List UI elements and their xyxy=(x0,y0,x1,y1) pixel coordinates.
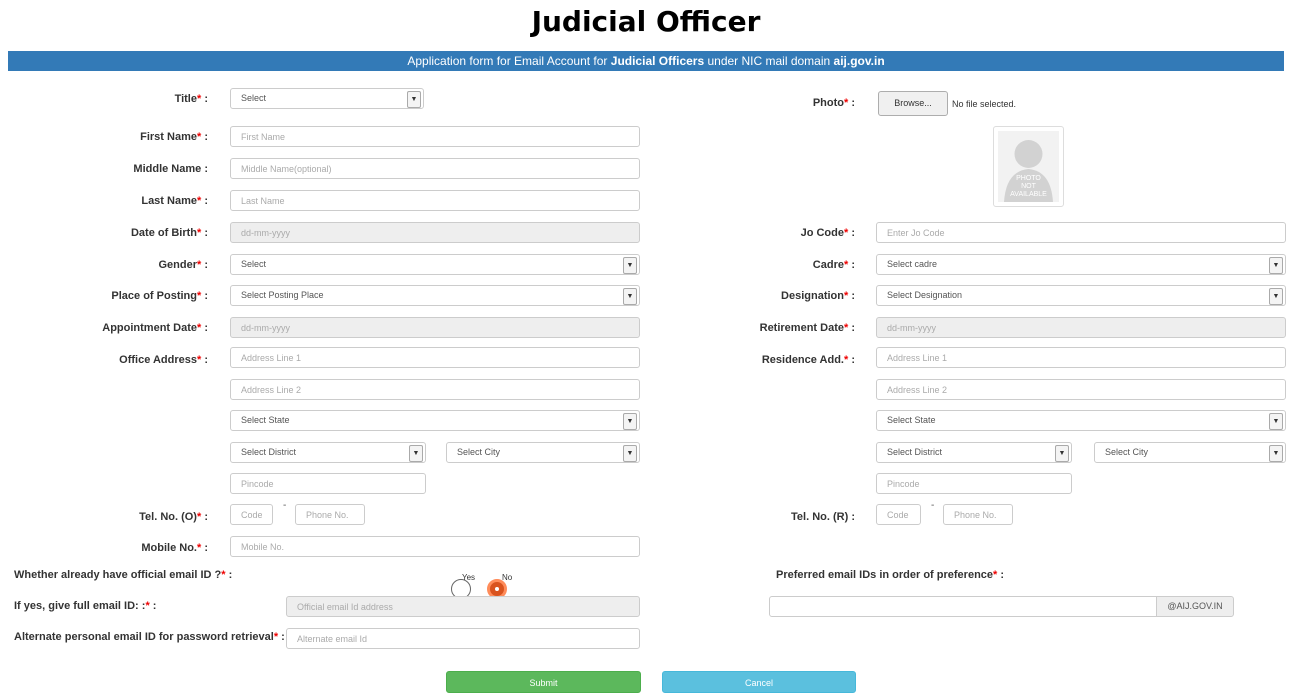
mobile-label: Mobile No.* : xyxy=(141,542,208,554)
first-name-input[interactable] xyxy=(230,126,640,147)
tel-office-dash: - xyxy=(283,500,287,511)
preferred-email-input[interactable] xyxy=(769,596,1157,617)
residence-address-line2-input[interactable] xyxy=(876,379,1286,400)
domain-suffix-addon: @AIJ.GOV.IN xyxy=(1156,596,1234,617)
chevron-down-icon: ▼ xyxy=(1055,445,1069,462)
jo-code-input[interactable] xyxy=(876,222,1286,243)
photo-text-line3: AVAILABLE xyxy=(1010,191,1047,198)
chevron-down-icon: ▼ xyxy=(1269,413,1283,430)
photo-placeholder: PHOTO NOT AVAILABLE xyxy=(993,126,1064,207)
posting-select[interactable]: Select Posting Place ▼ xyxy=(230,285,640,306)
submit-button[interactable]: Submit xyxy=(446,671,641,693)
chevron-down-icon: ▼ xyxy=(407,91,421,108)
middle-name-label: Middle Name : xyxy=(133,163,208,175)
chevron-down-icon: ▼ xyxy=(623,413,637,430)
tel-residence-code-input[interactable] xyxy=(876,504,921,525)
tel-residence-label: Tel. No. (R) : xyxy=(791,511,855,523)
dob-label: Date of Birth* : xyxy=(130,227,208,239)
gender-label: Gender* : xyxy=(158,259,208,271)
last-name-label: Last Name* : xyxy=(141,195,208,207)
office-address-line2-input[interactable] xyxy=(230,379,640,400)
designation-select[interactable]: Select Designation ▼ xyxy=(876,285,1286,306)
posting-label: Place of Posting* : xyxy=(111,290,208,302)
title-select[interactable]: Select ▼ xyxy=(230,88,424,109)
radio-no-label: No xyxy=(502,573,513,582)
tel-residence-dash: - xyxy=(931,500,935,511)
chevron-down-icon: ▼ xyxy=(1269,257,1283,274)
middle-name-input[interactable] xyxy=(230,158,640,179)
tel-office-phone-input[interactable] xyxy=(295,504,365,525)
appointment-date-input[interactable] xyxy=(230,317,640,338)
banner-text-bold-domain: aij.gov.in xyxy=(833,54,885,68)
office-pincode-input[interactable] xyxy=(230,473,426,494)
alternate-email-input[interactable] xyxy=(286,628,640,649)
office-address-label: Office Address* : xyxy=(119,354,208,366)
gender-select[interactable]: Select ▼ xyxy=(230,254,640,275)
retirement-date-input[interactable] xyxy=(876,317,1286,338)
chevron-down-icon: ▼ xyxy=(623,288,637,305)
residence-address-line1-input[interactable] xyxy=(876,347,1286,368)
office-city-select[interactable]: Select City ▼ xyxy=(446,442,640,463)
cadre-select[interactable]: Select cadre ▼ xyxy=(876,254,1286,275)
file-status-text: No file selected. xyxy=(952,99,1017,109)
residence-city-select[interactable]: Select City ▼ xyxy=(1094,442,1286,463)
office-address-line1-input[interactable] xyxy=(230,347,640,368)
banner-text-bold-officers: Judicial Officers xyxy=(610,54,705,68)
first-name-label: First Name* : xyxy=(140,131,208,143)
photo-text-line2: NOT xyxy=(1021,183,1037,190)
official-email-input[interactable] xyxy=(286,596,640,617)
tel-residence-phone-input[interactable] xyxy=(943,504,1013,525)
last-name-input[interactable] xyxy=(230,190,640,211)
chevron-down-icon: ▼ xyxy=(1269,288,1283,305)
residence-pincode-input[interactable] xyxy=(876,473,1072,494)
mobile-input[interactable] xyxy=(230,536,640,557)
cancel-button[interactable]: Cancel xyxy=(662,671,856,693)
chevron-down-icon: ▼ xyxy=(1269,445,1283,462)
residence-district-select[interactable]: Select District ▼ xyxy=(876,442,1072,463)
preferred-email-label: Preferred email IDs in order of preferen… xyxy=(776,569,1005,581)
cadre-label: Cadre* : xyxy=(812,259,855,271)
tel-office-code-input[interactable] xyxy=(230,504,273,525)
radio-yes-label: Yes xyxy=(462,573,476,582)
jo-code-label: Jo Code* : xyxy=(800,227,855,239)
photo-label: Photo* : xyxy=(812,97,855,109)
give-email-label: If yes, give full email ID: :* : xyxy=(14,600,157,612)
chevron-down-icon: ▼ xyxy=(623,445,637,462)
banner-text-prefix: Application form for Email Account for xyxy=(407,54,611,68)
banner-text-middle: under NIC mail domain xyxy=(704,54,834,68)
alternate-email-label: Alternate personal email ID for password… xyxy=(14,631,285,643)
avatar-placeholder-icon: PHOTO NOT AVAILABLE xyxy=(998,131,1059,202)
tel-office-label: Tel. No. (O)* : xyxy=(139,511,208,523)
dob-input[interactable] xyxy=(230,222,640,243)
photo-text-line1: PHOTO xyxy=(1016,175,1041,182)
office-district-select[interactable]: Select District ▼ xyxy=(230,442,426,463)
already-email-label: Whether already have official email ID ?… xyxy=(14,569,233,581)
appointment-date-label: Appointment Date* : xyxy=(102,322,208,334)
chevron-down-icon: ▼ xyxy=(623,257,637,274)
browse-button[interactable]: Browse... xyxy=(878,91,948,116)
chevron-down-icon: ▼ xyxy=(409,445,423,462)
office-state-select[interactable]: Select State ▼ xyxy=(230,410,640,431)
designation-label: Designation* : xyxy=(781,290,855,302)
residence-state-select[interactable]: Select State ▼ xyxy=(876,410,1286,431)
residence-address-label: Residence Add.* : xyxy=(761,354,855,366)
page-title: Judicial Officer xyxy=(531,5,761,38)
title-label: Title* : xyxy=(174,93,208,105)
retirement-date-label: Retirement Date* : xyxy=(759,322,855,334)
form-banner: Application form for Email Account for J… xyxy=(8,51,1284,71)
